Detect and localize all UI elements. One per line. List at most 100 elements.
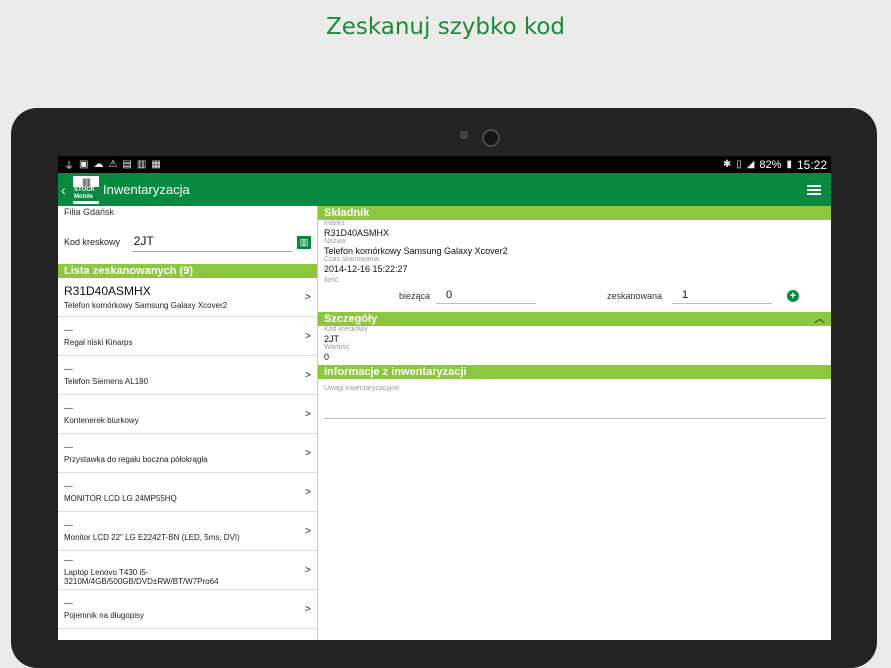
front-camera [482, 129, 500, 147]
back-icon[interactable]: ‹ [58, 182, 73, 198]
bluetooth-icon: ✱ [722, 159, 732, 170]
details-header[interactable]: Szczegóły ︿ [318, 312, 831, 326]
usb-icon: ⏚ [64, 161, 74, 172]
branch-name: Filia Gdańsk [64, 207, 115, 217]
item-name: Przystawka do regału boczna półokrągła [64, 455, 208, 464]
index-label: Indeks [324, 220, 345, 227]
value-label: Wartość [324, 344, 350, 351]
battery-icon: ▮ [786, 159, 792, 170]
scanned-list: R31D40ASMHX Telefon komórkowy Samsung Gal… [58, 278, 317, 629]
scanned-list-title: Lista zeskanowanych (9) [64, 265, 193, 277]
item-code: --- [64, 598, 73, 608]
barcode-label: Kod kreskowy [64, 237, 121, 247]
cloud-upload-icon: ☁ [93, 159, 104, 170]
chevron-right-icon: > [305, 330, 311, 342]
item-code: --- [64, 520, 73, 530]
notes-input[interactable] [324, 398, 825, 419]
list-item[interactable]: --- Przystawka do regału boczna półokrągł… [58, 434, 317, 473]
item-code: --- [64, 325, 73, 335]
barcode-scan-icon[interactable]: ▥ [297, 235, 311, 249]
index-field: Indeks R31D40ASMHX [318, 220, 831, 238]
scan-time-label: Czas skanowania [324, 256, 379, 263]
item-name: Telefon komórkowy Samsung Galaxy Xcover2 [64, 301, 228, 310]
scanned-qty-input[interactable]: 1 [672, 288, 772, 304]
name-label: Nazwa [324, 238, 346, 245]
app-logo[interactable]: |||||| STOCK Mobile [73, 175, 99, 204]
barcode-row: Kod kreskowy 2JT ▥ [58, 220, 317, 264]
info-header: Informacje z inwentaryzacji [318, 365, 831, 379]
menu-icon[interactable] [807, 184, 821, 195]
logo-text: STOCK Mobile [73, 187, 99, 201]
item-name: Monitor LCD 22" LG E2242T-BN (LED, 5ms, … [64, 533, 240, 542]
list-item[interactable]: --- Regał niski Kinarps > [58, 317, 317, 356]
component-title: Składnik [324, 207, 370, 219]
detail-barcode-label: Kod kreskowy [324, 326, 368, 333]
component-header: Składnik [318, 206, 831, 220]
chevron-right-icon: > [305, 291, 311, 303]
item-name: Kontenerek biurkowy [64, 416, 139, 425]
item-code: R31D40ASMHX [64, 284, 151, 298]
detail-barcode-value: 2JT [324, 334, 340, 344]
scanned-qty-label: zeskanowana [606, 291, 662, 301]
chevron-right-icon: > [305, 486, 311, 498]
chevron-right-icon: > [305, 603, 311, 615]
right-panel: Składnik Indeks R31D40ASMHX Nazwa Telefo… [318, 206, 831, 640]
scanned-list-header: Lista zeskanowanych (9) [58, 264, 317, 278]
briefcase-icon: ▥ [136, 159, 147, 170]
item-name: Laptop Lenovo T430 i5-3210M/4GB/500GB/DV… [64, 567, 219, 586]
chevron-right-icon: > [305, 369, 311, 381]
signal-icon: ◢ [746, 159, 755, 170]
status-bar: ⏚ ▣ ☁ ⚠ ▤ ▥ ▦ ✱ ▯ ◢ 82% ▮ 15:22 [58, 156, 831, 173]
notes-field: Uwagi inwentaryzacyjne [318, 385, 831, 393]
left-panel: Filia Gdańsk Kod kreskowy 2JT ▥ Lista ze… [58, 206, 318, 640]
info-title: Informacje z inwentaryzacji [324, 366, 467, 378]
barcode-logo-icon: |||||| [81, 177, 91, 187]
vibrate-icon: ▯ [736, 159, 742, 170]
camera-icon: ▦ [151, 159, 161, 170]
details-title: Szczegóły [324, 313, 378, 325]
item-name: Pojemnik na długopisy [64, 611, 145, 620]
action-bar: ‹ |||||| STOCK Mobile Inwentaryzacja [58, 173, 831, 206]
value-field: Wartość 0 [318, 344, 831, 362]
light-sensor [460, 131, 468, 139]
screen-title: Inwentaryzacja [103, 182, 190, 197]
clock: 15:22 [796, 157, 827, 172]
chevron-up-icon[interactable]: ︿ [814, 312, 825, 326]
chevron-right-icon: > [305, 408, 311, 420]
item-code: --- [64, 403, 73, 413]
value-value: 0 [324, 352, 330, 362]
current-qty-label: bieżąca [398, 291, 430, 301]
list-item[interactable]: --- MONITOR LCD LG 24MP55HQ > [58, 473, 317, 512]
quantity-field: Ilość [318, 277, 831, 285]
app-screen: ⏚ ▣ ☁ ⚠ ▤ ▥ ▦ ✱ ▯ ◢ 82% ▮ 15:22 ‹ ||||||… [58, 156, 831, 640]
item-code: --- [64, 481, 73, 491]
list-item[interactable]: --- Monitor LCD 22" LG E2242T-BN (LED, 5m… [58, 512, 317, 551]
quantity-row: bieżąca 0 zeskanowana 1 + [318, 285, 831, 307]
quantity-label: Ilość [324, 277, 339, 284]
store-icon: ▤ [122, 159, 132, 170]
notes-label: Uwagi inwentaryzacyjne [324, 385, 400, 392]
item-code: --- [64, 442, 73, 452]
list-item[interactable]: --- Laptop Lenovo T430 i5-3210M/4GB/500GB… [58, 551, 317, 590]
name-field: Nazwa Telefon komórkowy Samsung Galaxy X… [318, 238, 831, 256]
list-item[interactable]: R31D40ASMHX Telefon komórkowy Samsung Gal… [58, 278, 317, 317]
image-icon: ▣ [79, 159, 89, 170]
barcode-input[interactable]: 2JT [131, 232, 294, 252]
name-value: Telefon komórkowy Samsung Galaxy Xcover2 [324, 246, 508, 256]
promo-title: Zeskanuj szybko kod [325, 14, 566, 40]
scan-time-field: Czas skanowania 2014-12-16 15:22:27 [318, 256, 831, 274]
list-item[interactable]: --- Pojemnik na długopisy > [58, 590, 317, 629]
item-name: Regał niski Kinarps [64, 338, 133, 347]
list-item[interactable]: --- Kontenerek biurkowy > [58, 395, 317, 434]
chevron-right-icon: > [305, 564, 311, 576]
current-qty-input[interactable]: 0 [436, 288, 536, 304]
battery-percent: 82% [759, 158, 782, 171]
list-item[interactable]: --- Telefon Siemens AL180 > [58, 356, 317, 395]
detail-barcode-field: Kod kreskowy 2JT [318, 326, 831, 344]
add-icon[interactable]: + [787, 290, 799, 302]
item-name: Telefon Siemens AL180 [64, 377, 149, 386]
index-value: R31D40ASMHX [324, 228, 390, 238]
chevron-right-icon: > [305, 447, 311, 459]
item-code: --- [64, 364, 73, 374]
warning-icon: ⚠ [108, 159, 118, 170]
